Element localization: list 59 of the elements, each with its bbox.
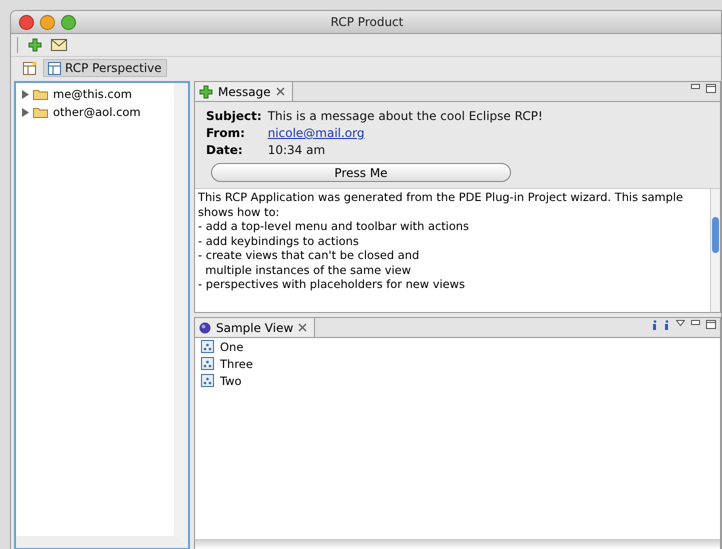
message-text-area[interactable] <box>195 188 720 312</box>
minimize-icon[interactable] <box>691 84 700 89</box>
plus-icon <box>199 84 213 98</box>
tree-item-label: me@this.com <box>53 87 132 101</box>
close-icon[interactable] <box>276 87 285 96</box>
close-icon[interactable] <box>298 323 308 332</box>
sphere-icon <box>199 322 211 334</box>
body-line: - add a top-level menu and toolbar with actions <box>198 219 470 234</box>
minimize-icon[interactable] <box>691 320 700 325</box>
list-item-label: One <box>220 340 244 354</box>
table-icon <box>23 61 37 75</box>
maximize-icon[interactable] <box>706 84 716 93</box>
info-icon[interactable] <box>664 320 670 331</box>
dropdown-icon[interactable] <box>676 320 685 326</box>
plus-icon <box>28 38 42 52</box>
perspective-button[interactable]: RCP Perspective <box>43 59 167 77</box>
tree-item-label: other@aol.com <box>53 105 141 119</box>
list-item-label: Three <box>220 356 253 370</box>
tree-item[interactable]: me@this.com <box>16 85 174 103</box>
scrollbar[interactable] <box>710 189 720 312</box>
table-icon <box>48 62 61 74</box>
zoom-window-button[interactable] <box>61 14 76 30</box>
folder-icon <box>33 88 49 100</box>
scrollbar[interactable] <box>195 539 720 549</box>
close-window-button[interactable] <box>19 14 34 30</box>
envelope-icon <box>51 39 67 51</box>
email-link[interactable]: nicole@mail.org <box>268 126 720 140</box>
mail-button[interactable] <box>50 36 68 54</box>
info-icon[interactable] <box>652 320 658 331</box>
list-item[interactable]: One <box>195 338 720 355</box>
list-item[interactable]: Three <box>195 355 720 372</box>
window-title: RCP Product <box>330 15 404 29</box>
list-item[interactable]: Two <box>195 372 720 389</box>
add-button[interactable] <box>26 36 44 54</box>
folder-icon <box>33 106 49 118</box>
tab-label: Message <box>218 84 271 98</box>
field-label: Date: <box>206 143 244 157</box>
body-line: - add keybindings to actions <box>198 234 360 248</box>
view-tab[interactable]: Message <box>195 82 293 101</box>
press-me-button[interactable]: Press Me <box>211 163 511 182</box>
item-icon <box>201 374 214 387</box>
tab-label: Sample View <box>216 320 294 334</box>
body-line: - create views that can't be closed and <box>198 248 420 262</box>
view-tab[interactable]: Sample View <box>195 318 316 337</box>
field-label: Subject: <box>206 109 262 123</box>
maximize-icon[interactable] <box>706 320 716 329</box>
open-perspective-button[interactable] <box>21 59 39 77</box>
minimize-window-button[interactable] <box>40 14 55 30</box>
field-value: 10:34 am <box>268 143 326 157</box>
item-icon <box>201 340 214 353</box>
body-line: This RCP Application was generated from the PDE Plug-in Project wizard. This sample <box>198 190 684 204</box>
body-line: shows how to: <box>198 204 280 219</box>
list-item-label: Two <box>220 374 242 388</box>
item-icon <box>201 357 214 370</box>
field-value: This is a message about the cool Eclipse RCP! <box>268 109 544 123</box>
field-label: From: <box>206 126 246 140</box>
tree-item[interactable]: other@aol.com <box>16 103 174 121</box>
body-line: - perspectives with placeholders for new views <box>198 277 466 292</box>
body-line: multiple instances of the same view <box>204 262 412 277</box>
